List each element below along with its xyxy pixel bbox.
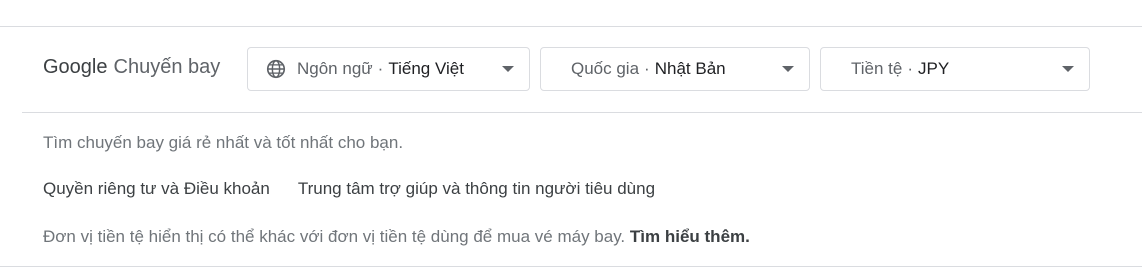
footer-links: Quyền riêng tư và Điều khoản Trung tâm t… <box>43 179 655 199</box>
tagline: Tìm chuyến bay giá rẻ nhất và tốt nhất c… <box>43 133 404 152</box>
product-name: Chuyến bay <box>113 56 221 78</box>
country-separator: · <box>644 59 650 78</box>
country-label: Quốc gia <box>571 59 640 78</box>
currency-note: Đơn vị tiền tệ hiển thị có thể khác với … <box>43 227 750 247</box>
privacy-terms-link[interactable]: Quyền riêng tư và Điều khoản <box>43 179 270 199</box>
language-selector[interactable]: Ngôn ngữ · Tiếng Việt <box>247 47 530 91</box>
language-label: Ngôn ngữ <box>297 59 373 78</box>
country-selector[interactable]: Quốc gia · Nhật Bản <box>540 47 810 91</box>
currency-separator: · <box>907 59 914 78</box>
globe-icon <box>266 59 286 79</box>
currency-value: JPY <box>918 59 950 78</box>
help-center-link[interactable]: Trung tâm trợ giúp và thông tin người ti… <box>298 179 655 199</box>
language-separator: · <box>377 59 384 78</box>
currency-selector[interactable]: Tiền tệ · JPY <box>820 47 1090 91</box>
middle-divider <box>22 112 1142 113</box>
bottom-divider <box>0 266 1142 267</box>
language-dropdown-arrow-icon <box>502 66 514 72</box>
currency-note-text: Đơn vị tiền tệ hiển thị có thể khác với … <box>43 227 626 246</box>
google-wordmark: Google <box>43 56 108 78</box>
google-flights-logo[interactable]: Google Chuyến bay <box>43 56 220 84</box>
learn-more-link[interactable]: Tìm hiểu thêm. <box>630 227 750 246</box>
top-divider <box>0 26 1142 27</box>
currency-label: Tiền tệ <box>851 59 903 78</box>
currency-dropdown-arrow-icon <box>1062 66 1074 72</box>
country-dropdown-arrow-icon <box>782 66 794 72</box>
language-value: Tiếng Việt <box>388 59 464 78</box>
country-value: Nhật Bản <box>654 59 726 78</box>
flights-footer: Google Chuyến bay Ngôn ngữ · Tiếng Việt … <box>0 0 1142 274</box>
